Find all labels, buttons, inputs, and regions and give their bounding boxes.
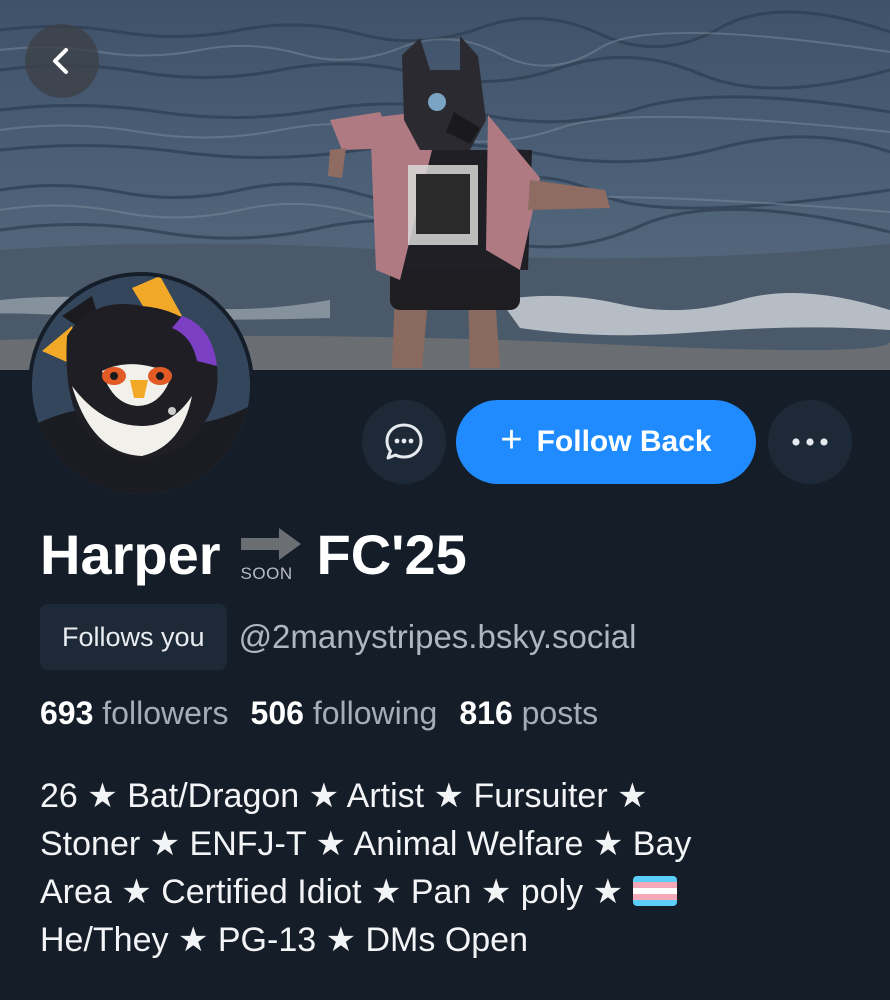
plus-icon: + (500, 419, 523, 461)
followers-count: 693 (40, 695, 94, 731)
avatar[interactable] (28, 272, 254, 498)
posts-stat: 816 posts (459, 695, 598, 732)
ellipsis-icon (792, 438, 828, 446)
bio-line-1: 26 ★ Bat/Dragon ★ Artist ★ Fursuiter ★ (40, 777, 648, 815)
chat-bubble-icon (385, 423, 423, 460)
bio-line-2: Stoner ★ ENFJ-T ★ Animal Welfare ★ Bay (40, 825, 692, 863)
follow-back-button[interactable]: + Follow Back (456, 400, 756, 484)
display-name: Harper SOON FC'25 (40, 522, 467, 592)
posts-label: posts (521, 695, 599, 731)
profile-stats: 693 followers 506 following 816 posts (40, 695, 598, 732)
display-name-part1: Harper (40, 523, 221, 586)
bio-line-4: He/They ★ PG-13 ★ DMs Open (40, 921, 529, 959)
message-button[interactable] (362, 400, 446, 484)
bio-line-3-text: Area ★ Certified Idiot ★ Pan ★ poly ★ (40, 873, 624, 911)
posts-count: 816 (459, 695, 513, 731)
more-options-button[interactable] (768, 400, 852, 484)
avatar-image (32, 276, 250, 494)
bio-line-3: Area ★ Certified Idiot ★ Pan ★ poly ★ (40, 868, 850, 916)
follow-back-label: Follow Back (536, 425, 712, 458)
arrow-right-icon (240, 528, 301, 560)
soon-label: SOON (240, 564, 293, 583)
follows-you-badge: Follows you (40, 604, 227, 670)
following-stat[interactable]: 506 following (251, 695, 438, 732)
back-button[interactable] (25, 24, 99, 98)
profile-bio: 26 ★ Bat/Dragon ★ Artist ★ Fursuiter ★ S… (40, 772, 850, 964)
following-label: following (312, 695, 438, 731)
chevron-left-icon (53, 48, 68, 74)
display-name-part2: FC'25 (316, 523, 467, 586)
soon-arrow-icon: SOON (239, 522, 305, 588)
following-count: 506 (250, 695, 304, 731)
handle: @2manystripes.bsky.social (238, 618, 637, 655)
followers-label: followers (102, 695, 229, 731)
handle-row: Follows you @2manystripes.bsky.social (40, 603, 636, 671)
followers-stat[interactable]: 693 followers (40, 695, 229, 732)
transgender-flag-icon (632, 876, 677, 907)
